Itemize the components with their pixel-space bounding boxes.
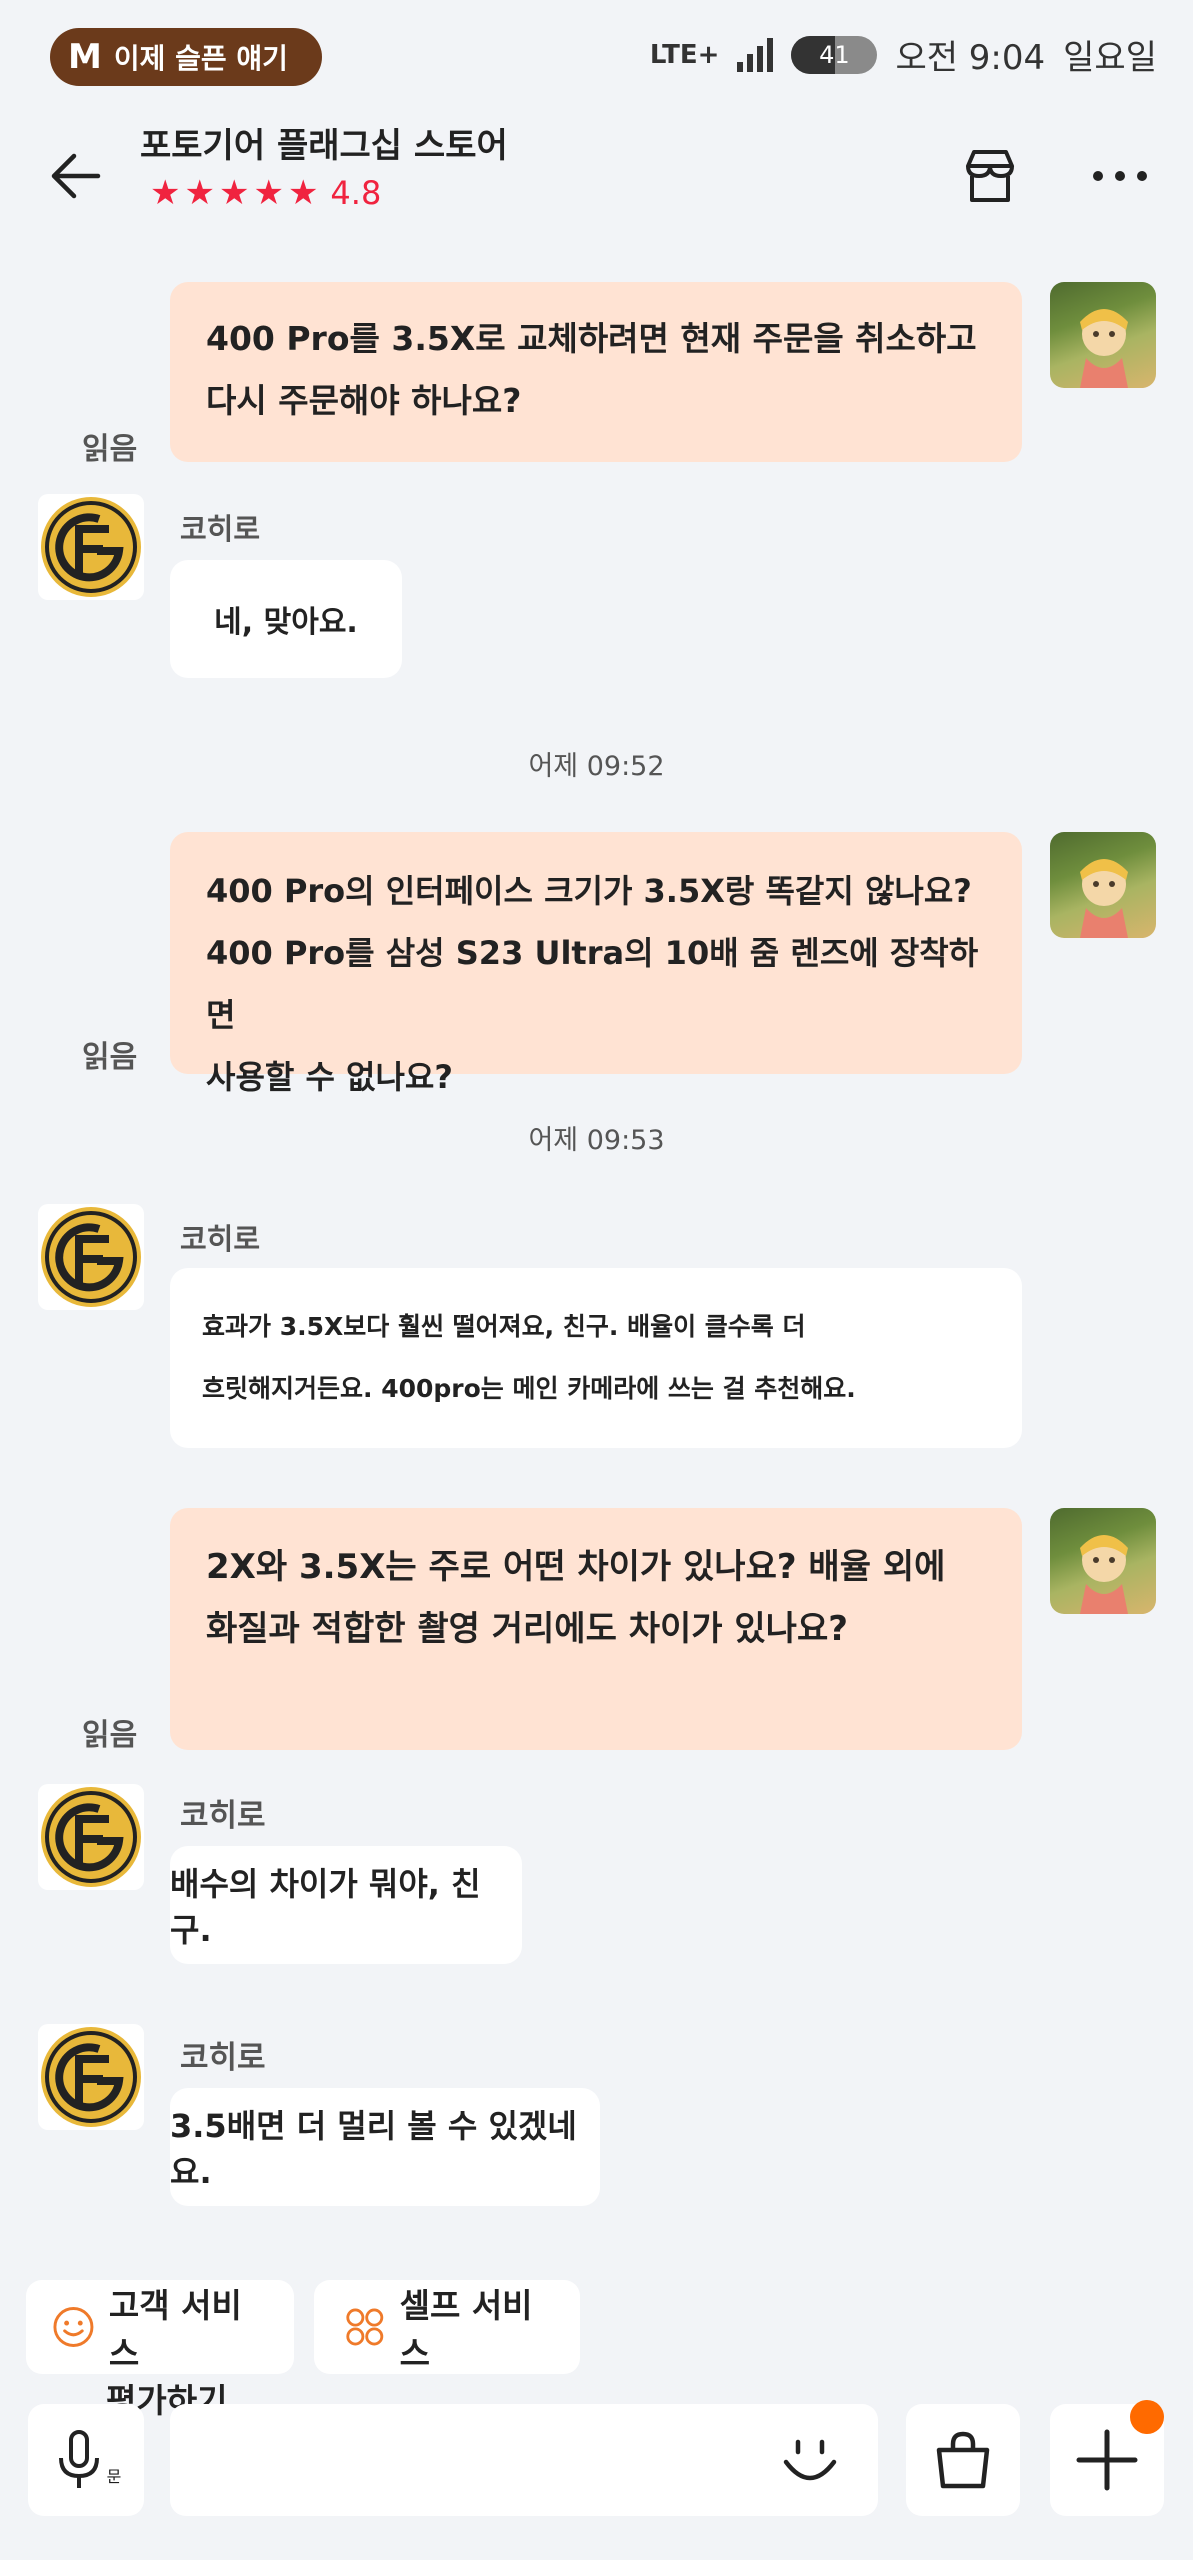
- more-options-button[interactable]: [1080, 136, 1160, 216]
- shop-avatar[interactable]: [38, 1784, 144, 1890]
- incoming-message[interactable]: 배수의 차이가 뭐야, 친구.: [170, 1846, 522, 1964]
- message-line: 400 Pro를 삼성 S23 Ultra의 10배 줌 렌즈에 장착하면: [206, 934, 979, 1034]
- star-icon: ★: [184, 173, 215, 213]
- emoji-smile-icon[interactable]: [778, 2428, 842, 2492]
- outgoing-message[interactable]: 400 Pro를 3.5X로 교체하려면 현재 주문을 취소하고 다시 주문해야…: [170, 282, 1022, 462]
- incoming-message[interactable]: 네, 맞아요.: [170, 560, 402, 678]
- outgoing-message[interactable]: 2X와 3.5X는 주로 어떤 차이가 있나요? 배율 외에 화질과 적합한 촬…: [170, 1508, 1022, 1750]
- message-line: 화질과 적합한 촬영 거리에도 차이가 있나요?: [206, 1609, 848, 1649]
- user-avatar[interactable]: [1050, 282, 1156, 388]
- message-text: 3.5배면 더 멀리 볼 수 있겠네요.: [170, 2107, 577, 2191]
- shop-logo-icon: [41, 2027, 141, 2127]
- arrow-left-icon: [51, 153, 101, 199]
- shopping-bag-icon: [936, 2431, 990, 2489]
- shopping-bag-button[interactable]: [906, 2404, 1020, 2516]
- rating-value: 4.8: [330, 174, 382, 212]
- app-logo-icon: M: [68, 37, 102, 77]
- sender-name: 코히로: [180, 2040, 266, 2076]
- message-line: 흐릿해지거든요. 400pro는 메인 카메라에 쓰는 걸 추천해요.: [202, 1374, 856, 1403]
- self-service-button[interactable]: 셀프 서비스: [314, 2280, 580, 2374]
- sender-name: 코히로: [180, 1798, 266, 1834]
- grid-circles-icon: [346, 2308, 384, 2346]
- star-icon: ★: [150, 173, 181, 213]
- shop-logo-icon: [41, 1207, 141, 1307]
- user-avatar[interactable]: [1050, 1508, 1156, 1614]
- outgoing-message[interactable]: 400 Pro의 인터페이스 크기가 3.5X랑 똑같지 않나요? 400 Pr…: [170, 832, 1022, 1096]
- battery-icon: 41: [791, 35, 878, 74]
- user-avatar-image: [1080, 309, 1128, 388]
- microphone-icon: [58, 2430, 99, 2488]
- read-status: 읽음: [82, 432, 138, 467]
- voice-input-button[interactable]: 문: [28, 2404, 144, 2516]
- store-rating: ★ ★ ★ ★ ★ 4.8: [150, 174, 381, 212]
- user-avatar[interactable]: [1050, 832, 1156, 938]
- sender-name: 코히로: [180, 1222, 261, 1256]
- message-text: 배수의 차이가 뭐야, 친구.: [170, 1865, 481, 1949]
- back-button[interactable]: [40, 140, 112, 212]
- network-type: LTE+: [649, 39, 720, 70]
- store-button[interactable]: [950, 136, 1030, 216]
- user-avatar-image: [1080, 859, 1128, 938]
- app-notice-text: 이제 슬픈 얘기: [113, 42, 288, 75]
- incoming-message[interactable]: 3.5배면 더 멀리 볼 수 있겠네요.: [170, 2088, 600, 2206]
- store-name[interactable]: 포토기어 플래그십 스토어: [140, 118, 508, 167]
- shop-logo-icon: [41, 1787, 141, 1887]
- star-icon: ★: [218, 173, 250, 213]
- message-input[interactable]: [170, 2404, 878, 2516]
- message-line: 400 Pro의 인터페이스 크기가 3.5X랑 똑같지 않나요?: [206, 872, 972, 910]
- chip-label: 셀프 서비스: [399, 2286, 533, 2373]
- shop-avatar[interactable]: [38, 1204, 144, 1310]
- customer-service-button[interactable]: 고객 서비스: [26, 2280, 294, 2374]
- signal-icon: [737, 37, 774, 72]
- message-timestamp: 어제 09:52: [528, 751, 665, 782]
- message-text: 네, 맞아요.: [214, 605, 358, 640]
- smile-icon: [53, 2307, 94, 2347]
- store-icon: [966, 150, 1014, 202]
- sender-name: 코히로: [180, 512, 261, 546]
- star-icon: ★: [253, 173, 284, 213]
- message-line: 400 Pro를 3.5X로 교체하려면 현재 주문을 취소하고: [206, 319, 977, 358]
- shop-avatar[interactable]: [38, 494, 144, 600]
- app-notification-pill[interactable]: M 이제 슬픈 얘기: [50, 28, 322, 86]
- message-line: 다시 주문해야 하나요?: [206, 381, 522, 420]
- shop-logo-icon: [41, 497, 141, 597]
- message-line: 효과가 3.5X보다 훨씬 떨어져요, 친구. 배율이 클수록 더: [202, 1312, 806, 1341]
- user-avatar-image: [1080, 1535, 1128, 1614]
- status-bar-right: LTE+ 41 오전 9:04 일요일: [650, 30, 1157, 79]
- battery-level: 41: [819, 40, 850, 69]
- status-time: 오전 9:04: [895, 38, 1046, 78]
- message-timestamp: 어제 09:53: [528, 1125, 665, 1156]
- read-status: 읽음: [82, 1040, 138, 1075]
- chip-label: 고객 서비스: [108, 2286, 242, 2373]
- message-line: 사용할 수 없나요?: [206, 1058, 453, 1096]
- shop-avatar[interactable]: [38, 2024, 144, 2130]
- incoming-message[interactable]: 효과가 3.5X보다 훨씬 떨어져요, 친구. 배율이 클수록 더 흐릿해지거든…: [170, 1268, 1022, 1448]
- star-icon: ★: [287, 173, 319, 213]
- more-dots-icon: [1093, 171, 1147, 181]
- message-line: 2X와 3.5X는 주로 어떤 차이가 있나요? 배율 외에: [206, 1547, 946, 1587]
- plus-icon: [1076, 2429, 1138, 2491]
- voice-sub-label: 문: [106, 2467, 122, 2486]
- read-status: 읽음: [82, 1718, 138, 1753]
- status-day: 일요일: [1063, 38, 1157, 78]
- notification-badge: [1130, 2400, 1164, 2434]
